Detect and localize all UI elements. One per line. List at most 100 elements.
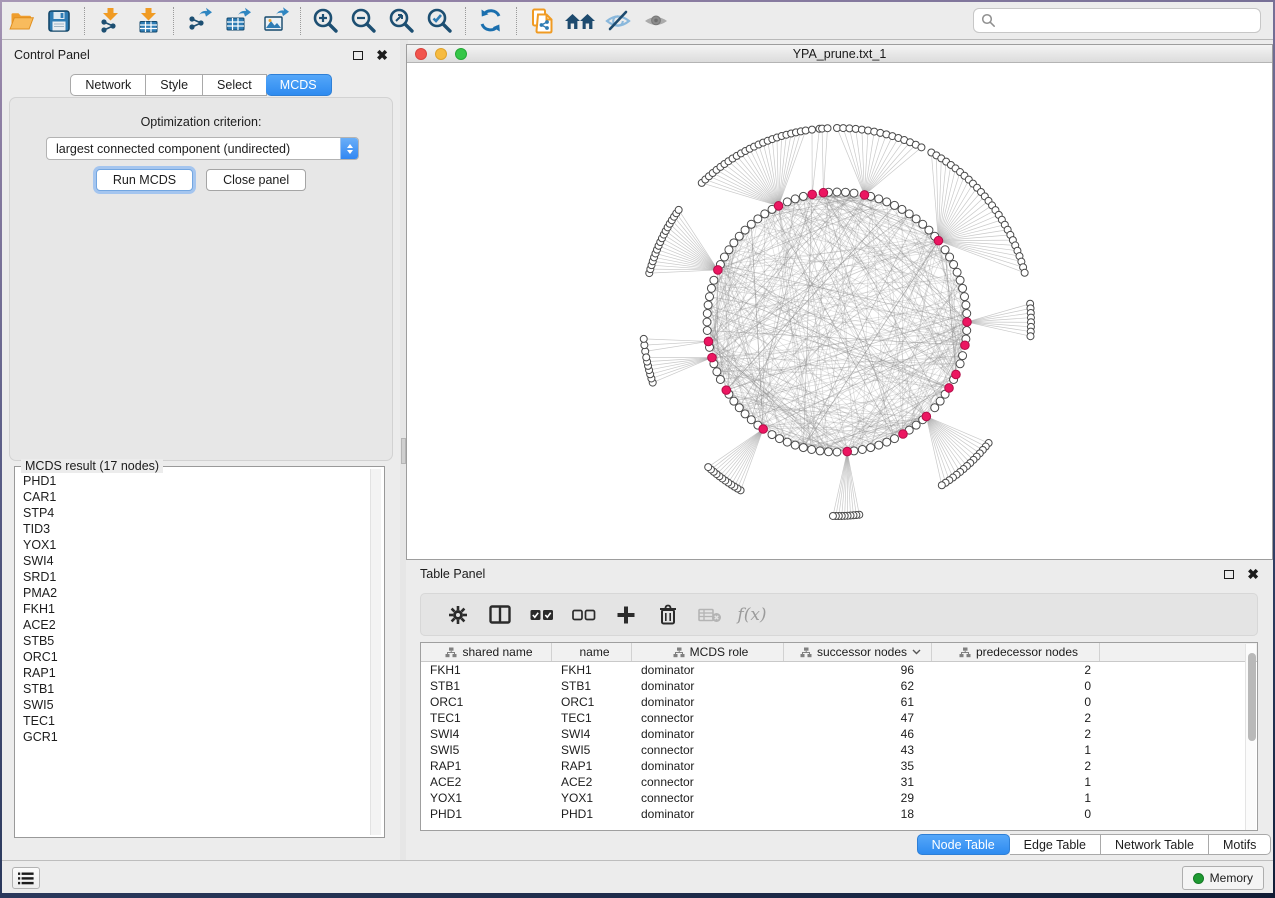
table-cell[interactable]: 2 <box>932 726 1100 742</box>
mcds-result-item[interactable]: STP4 <box>23 505 368 521</box>
column-header-successor-nodes[interactable]: successor nodes <box>784 643 932 661</box>
table-cell[interactable]: 46 <box>784 726 932 742</box>
mcds-list-scrollbar[interactable] <box>370 469 381 835</box>
export-network-button[interactable] <box>180 5 218 37</box>
open-file-button[interactable] <box>2 5 40 37</box>
table-options-button[interactable] <box>437 597 479 633</box>
table-cell[interactable]: 2 <box>932 710 1100 726</box>
table-cell[interactable]: RAP1 <box>552 758 632 774</box>
mcds-result-item[interactable]: TID3 <box>23 521 368 537</box>
table-cell[interactable]: dominator <box>632 758 784 774</box>
hide-selected-button[interactable] <box>599 5 637 37</box>
deselect-all-button[interactable] <box>563 597 605 633</box>
first-neighbors-button[interactable] <box>561 5 599 37</box>
show-all-button[interactable] <box>637 5 675 37</box>
mcds-result-item[interactable]: TEC1 <box>23 713 368 729</box>
tab-style[interactable]: Style <box>146 74 203 96</box>
table-cell[interactable]: dominator <box>632 678 784 694</box>
duplicate-network-button[interactable] <box>523 5 561 37</box>
mcds-result-item[interactable]: YOX1 <box>23 537 368 553</box>
table-cell[interactable]: connector <box>632 774 784 790</box>
table-cell[interactable]: STB1 <box>552 678 632 694</box>
show-columns-button[interactable] <box>479 597 521 633</box>
tab-network-table[interactable]: Network Table <box>1101 834 1209 855</box>
table-row[interactable]: YOX1YOX1connector291 <box>421 790 1257 806</box>
table-row[interactable]: TEC1TEC1connector472 <box>421 710 1257 726</box>
tab-network[interactable]: Network <box>70 74 146 96</box>
table-cell[interactable]: 1 <box>932 774 1100 790</box>
network-window-titlebar[interactable]: YPA_prune.txt_1 <box>407 45 1272 63</box>
zoom-fit-button[interactable] <box>383 5 421 37</box>
table-scrollbar[interactable] <box>1245 644 1256 830</box>
table-cell[interactable]: dominator <box>632 806 784 822</box>
search-input[interactable] <box>996 14 1253 28</box>
table-row[interactable]: ORC1ORC1dominator610 <box>421 694 1257 710</box>
tab-edge-table[interactable]: Edge Table <box>1010 834 1101 855</box>
table-cell[interactable]: 31 <box>784 774 932 790</box>
table-cell[interactable]: ACE2 <box>421 774 552 790</box>
zoom-in-button[interactable] <box>307 5 345 37</box>
function-builder-button[interactable]: f(x) <box>731 597 773 633</box>
column-header-shared-name[interactable]: shared name <box>421 643 552 661</box>
table-cell[interactable]: 96 <box>784 662 932 678</box>
mcds-result-item[interactable]: SWI5 <box>23 697 368 713</box>
table-cell[interactable]: STB1 <box>421 678 552 694</box>
table-row[interactable]: SWI5SWI5connector431 <box>421 742 1257 758</box>
table-cell[interactable]: 1 <box>932 790 1100 806</box>
table-cell[interactable]: ACE2 <box>552 774 632 790</box>
float-panel-icon[interactable] <box>353 51 363 60</box>
run-mcds-button[interactable]: Run MCDS <box>96 169 193 191</box>
tab-select[interactable]: Select <box>203 74 267 96</box>
table-cell[interactable]: FKH1 <box>552 662 632 678</box>
float-panel-icon[interactable] <box>1224 570 1234 579</box>
optimization-criterion-select[interactable]: largest connected component (undirected) <box>46 137 359 160</box>
table-cell[interactable]: 18 <box>784 806 932 822</box>
refresh-layout-button[interactable] <box>472 5 510 37</box>
table-cell[interactable]: SWI4 <box>552 726 632 742</box>
table-cell[interactable]: 62 <box>784 678 932 694</box>
table-cell[interactable]: 1 <box>932 742 1100 758</box>
table-cell[interactable]: 0 <box>932 694 1100 710</box>
table-cell[interactable]: 61 <box>784 694 932 710</box>
tab-node-table[interactable]: Node Table <box>917 834 1010 855</box>
zoom-selected-button[interactable] <box>421 5 459 37</box>
table-row[interactable]: ACE2ACE2connector311 <box>421 774 1257 790</box>
mcds-result-item[interactable]: PMA2 <box>23 585 368 601</box>
table-cell[interactable]: YOX1 <box>421 790 552 806</box>
table-cell[interactable]: connector <box>632 790 784 806</box>
mcds-result-item[interactable]: STB1 <box>23 681 368 697</box>
save-session-button[interactable] <box>40 5 78 37</box>
table-cell[interactable]: YOX1 <box>552 790 632 806</box>
memory-button[interactable]: Memory <box>1182 866 1264 890</box>
mcds-result-item[interactable]: CAR1 <box>23 489 368 505</box>
export-image-button[interactable] <box>256 5 294 37</box>
table-cell[interactable]: dominator <box>632 726 784 742</box>
table-cell[interactable]: dominator <box>632 662 784 678</box>
table-cell[interactable]: dominator <box>632 694 784 710</box>
create-column-button[interactable] <box>605 597 647 633</box>
tab-motifs[interactable]: Motifs <box>1209 834 1271 855</box>
table-cell[interactable]: 35 <box>784 758 932 774</box>
search-box[interactable] <box>973 8 1261 33</box>
mcds-result-item[interactable]: RAP1 <box>23 665 368 681</box>
table-cell[interactable]: ORC1 <box>421 694 552 710</box>
table-row[interactable]: FKH1FKH1dominator962 <box>421 662 1257 678</box>
mcds-result-item[interactable]: SRD1 <box>23 569 368 585</box>
import-network-button[interactable] <box>91 5 129 37</box>
table-row[interactable]: SWI4SWI4dominator462 <box>421 726 1257 742</box>
table-cell[interactable]: 47 <box>784 710 932 726</box>
table-cell[interactable]: 0 <box>932 806 1100 822</box>
close-panel-button[interactable]: Close panel <box>206 169 306 191</box>
delete-column-button[interactable] <box>647 597 689 633</box>
table-row[interactable]: RAP1RAP1dominator352 <box>421 758 1257 774</box>
mcds-result-item[interactable]: STB5 <box>23 633 368 649</box>
table-cell[interactable]: SWI5 <box>552 742 632 758</box>
table-cell[interactable]: connector <box>632 742 784 758</box>
table-cell[interactable]: TEC1 <box>552 710 632 726</box>
close-panel-icon[interactable]: ✖ <box>1247 569 1259 579</box>
mcds-result-item[interactable]: FKH1 <box>23 601 368 617</box>
column-header-name[interactable]: name <box>552 643 632 661</box>
show-panels-menu-button[interactable] <box>12 867 40 889</box>
delete-table-button[interactable] <box>689 597 731 633</box>
table-cell[interactable]: PHD1 <box>421 806 552 822</box>
